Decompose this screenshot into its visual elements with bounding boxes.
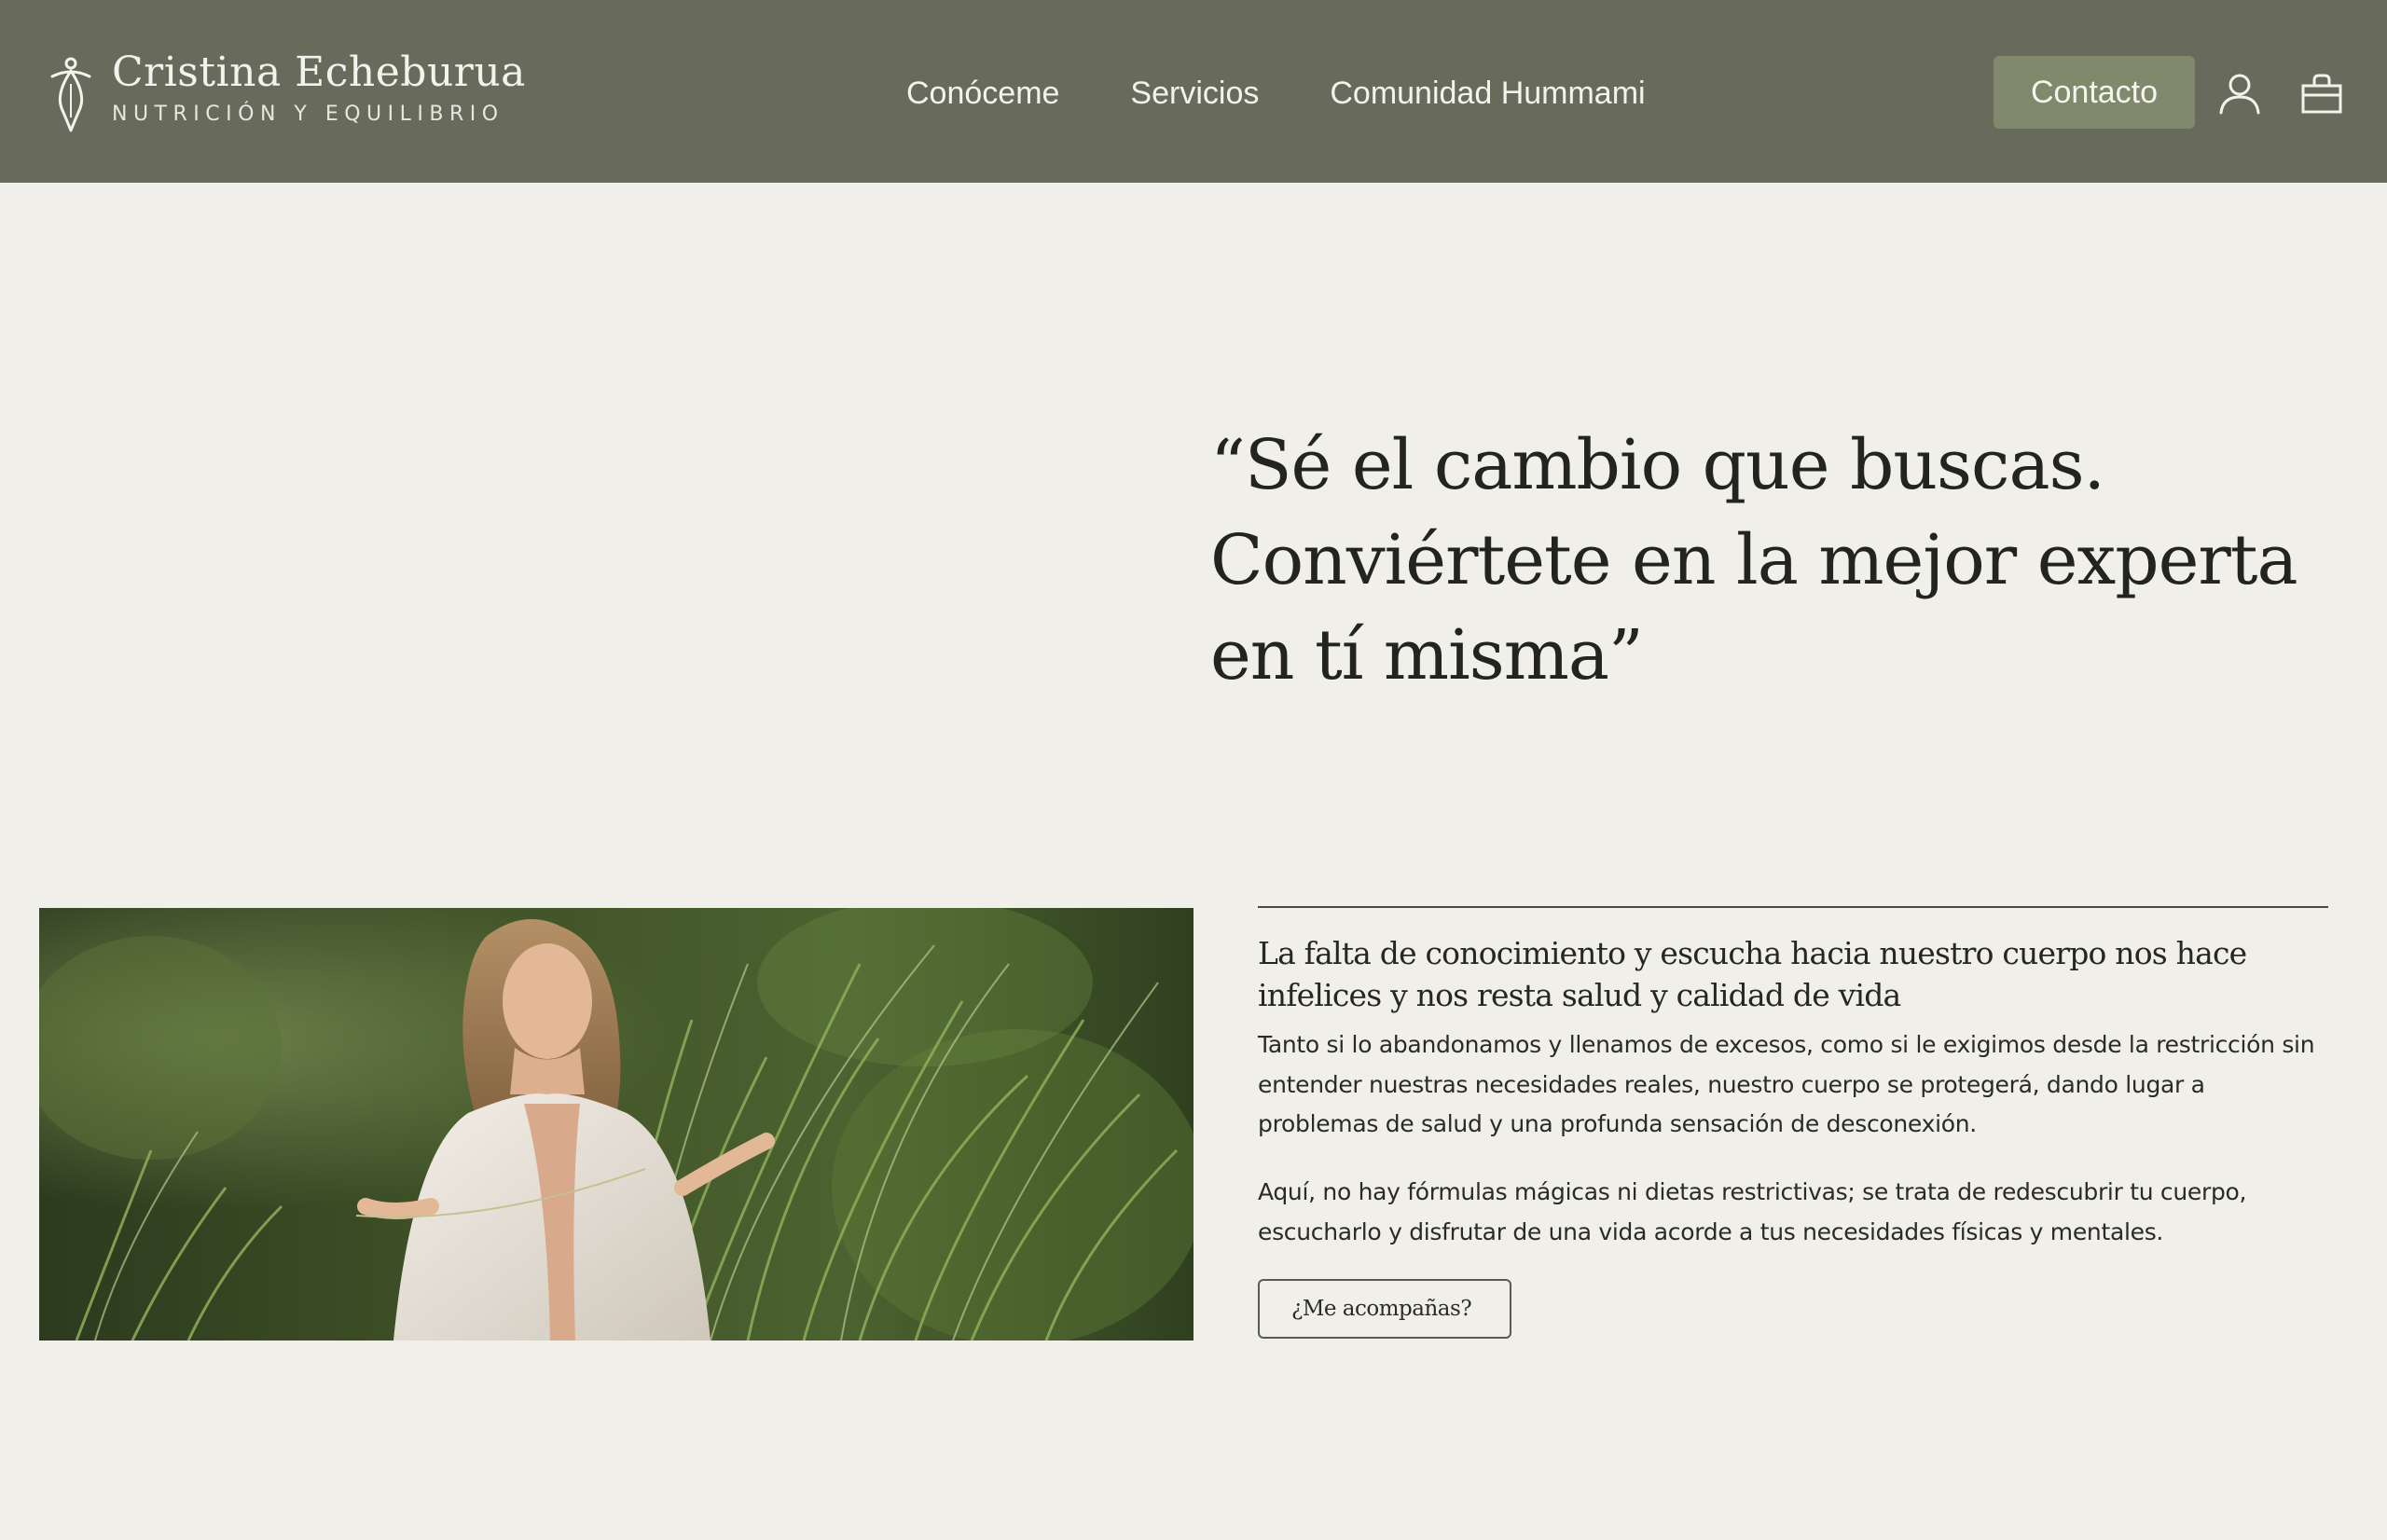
nav-item-servicios[interactable]: Servicios: [1130, 69, 1259, 117]
nav-item-conoceme[interactable]: Conóceme: [906, 69, 1059, 117]
intro-paragraph-1: Tanto si lo abandonamos y llenamos de ex…: [1258, 1031, 2315, 1137]
figure-logo-icon: [50, 57, 91, 132]
nav-item-comunidad-hummami[interactable]: Comunidad Hummami: [1330, 69, 1645, 117]
contact-button[interactable]: Contacto: [1994, 56, 2195, 129]
shopping-bag-icon[interactable]: [2299, 71, 2344, 116]
brand-logo-link[interactable]: Cristina Echeburua NUTRICIÓN Y EQUILIBRI…: [48, 48, 526, 132]
brand-text: Cristina Echeburua NUTRICIÓN Y EQUILIBRI…: [112, 48, 526, 126]
section-divider: [1258, 906, 2328, 908]
site-header: Cristina Echeburua NUTRICIÓN Y EQUILIBRI…: [0, 0, 2387, 183]
intro-paragraph-2: Aquí, no hay fórmulas mágicas ni dietas …: [1258, 1178, 2247, 1245]
accompany-button[interactable]: ¿Me acompañas?: [1258, 1279, 1511, 1339]
hero-quote: “Sé el cambio que buscas. Conviértete en…: [1210, 425, 2298, 695]
main-nav: Conóceme Servicios Comunidad Hummami: [906, 69, 1646, 117]
woman-in-grass-image: [39, 908, 1194, 1341]
brand-name: Cristina Echeburua: [112, 48, 526, 96]
intro-heading: La falta de conocimiento y escucha hacia…: [1258, 935, 2247, 1013]
brand-tagline: NUTRICIÓN Y EQUILIBRIO: [112, 103, 504, 126]
hero-photo: [39, 908, 1194, 1341]
user-icon[interactable]: [2217, 71, 2262, 116]
